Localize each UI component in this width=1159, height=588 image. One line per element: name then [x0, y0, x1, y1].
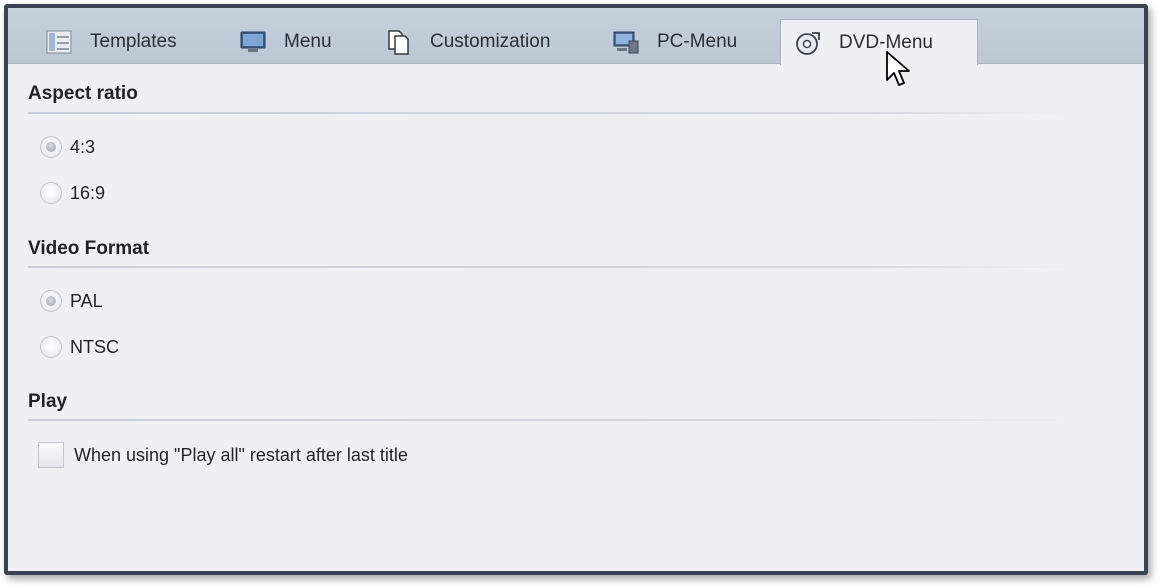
video-format-divider — [28, 266, 1073, 268]
tab-menu[interactable]: Menu — [240, 20, 332, 64]
tab-pc-menu-label: PC-Menu — [657, 31, 738, 52]
dvd-icon — [795, 30, 821, 56]
pages-icon — [386, 29, 412, 55]
settings-window: Templates Menu Customization PC-Menu DVD… — [4, 4, 1148, 575]
play-all-restart-option[interactable]: When using "Play all" restart after last… — [38, 442, 408, 468]
video-pal-label: PAL — [70, 290, 103, 311]
templates-icon — [46, 29, 72, 55]
aspect-ratio-divider — [28, 112, 1073, 114]
video-pal-option[interactable]: PAL — [40, 290, 103, 312]
tab-dvd-menu[interactable]: DVD-Menu — [780, 19, 978, 65]
video-ntsc-label: NTSC — [70, 336, 119, 357]
mouse-cursor-icon — [885, 50, 917, 90]
play-heading: Play — [28, 391, 68, 412]
play-all-restart-checkbox[interactable] — [38, 442, 64, 468]
video-pal-radio[interactable] — [40, 290, 62, 312]
aspect-4-3-label: 4:3 — [70, 136, 96, 157]
pc-menu-icon — [613, 29, 639, 55]
aspect-4-3-option[interactable]: 4:3 — [40, 136, 95, 158]
aspect-16-9-option[interactable]: 16:9 — [40, 182, 105, 204]
tab-pc-menu[interactable]: PC-Menu — [613, 20, 737, 64]
video-format-heading: Video Format — [28, 238, 150, 259]
monitor-icon — [240, 29, 266, 55]
aspect-16-9-radio[interactable] — [40, 182, 62, 204]
aspect-ratio-heading: Aspect ratio — [28, 83, 138, 104]
tab-customization[interactable]: Customization — [386, 20, 550, 64]
play-all-restart-label: When using "Play all" restart after last… — [74, 444, 408, 465]
tab-customization-label: Customization — [430, 31, 551, 52]
tab-bar: Templates Menu Customization PC-Menu DVD… — [8, 8, 1144, 65]
tab-templates-label: Templates — [90, 31, 177, 52]
tab-menu-label: Menu — [284, 31, 332, 52]
play-divider — [28, 419, 1073, 421]
tab-templates[interactable]: Templates — [46, 20, 177, 64]
video-ntsc-radio[interactable] — [40, 336, 62, 358]
aspect-16-9-label: 16:9 — [70, 182, 106, 203]
aspect-4-3-radio[interactable] — [40, 136, 62, 158]
video-ntsc-option[interactable]: NTSC — [40, 336, 119, 358]
